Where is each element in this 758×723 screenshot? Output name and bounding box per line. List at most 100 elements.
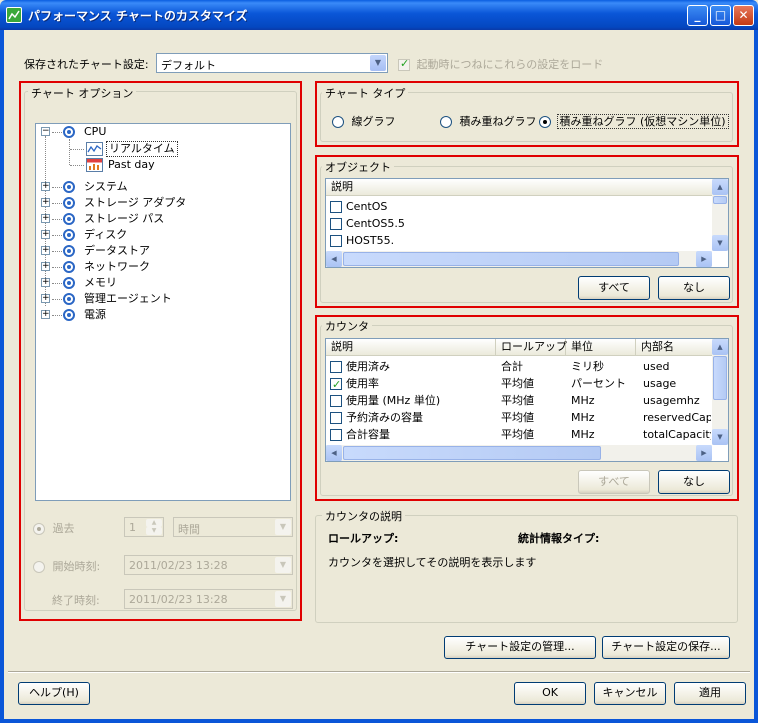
end-time-combo[interactable]: 2011/02/23 13:28 ▼ xyxy=(124,589,293,609)
radio-button[interactable] xyxy=(33,561,45,573)
saved-settings-combo[interactable]: デフォルト ▼ xyxy=(156,53,388,73)
expand-icon[interactable]: + xyxy=(41,230,50,239)
chart-type-stacked-radio[interactable]: 積み重ねグラフ xyxy=(440,113,537,129)
close-button[interactable]: ✕ xyxy=(733,5,754,26)
collapse-icon[interactable]: − xyxy=(41,127,50,136)
counters-all-button[interactable]: すべて xyxy=(578,470,650,494)
minimize-button[interactable]: _ xyxy=(687,5,708,26)
spin-down-icon[interactable]: ▼ xyxy=(146,527,162,535)
object-row[interactable]: CentOS xyxy=(326,198,712,215)
column-header-internal-name[interactable]: 内部名 xyxy=(636,339,716,355)
checkbox[interactable] xyxy=(330,361,342,373)
checkbox[interactable] xyxy=(330,201,342,213)
objects-vscroll[interactable]: ▲ ▼ xyxy=(712,179,728,251)
scroll-up-icon[interactable]: ▲ xyxy=(712,179,728,195)
tree-item-realtime[interactable]: リアルタイム xyxy=(36,141,286,157)
cancel-button[interactable]: キャンセル xyxy=(594,682,666,705)
checkbox[interactable] xyxy=(330,412,342,424)
scroll-thumb[interactable] xyxy=(713,356,727,400)
radio-button[interactable] xyxy=(440,116,452,128)
past-radio[interactable]: 過去 xyxy=(33,520,75,536)
counters-vscroll[interactable]: ▲ ▼ xyxy=(712,339,728,445)
counter-row[interactable]: 使用率 平均値 パーセント usage xyxy=(326,375,712,392)
start-time-radio[interactable]: 開始時刻: xyxy=(33,558,100,574)
tree-item[interactable]: + システム xyxy=(36,179,286,195)
load-on-startup-checkbox[interactable]: 起動時につねにこれらの設定をロード xyxy=(398,56,603,72)
past-unit-combo[interactable]: 時間 ▼ xyxy=(173,517,293,537)
chart-type-line-radio[interactable]: 線グラフ xyxy=(332,113,396,129)
expand-icon[interactable]: + xyxy=(41,182,50,191)
counter-row[interactable]: 使用量 (MHz 単位) 平均値 MHz usagemhz xyxy=(326,392,712,409)
spin-up-icon[interactable]: ▲ xyxy=(146,519,162,527)
scroll-thumb[interactable] xyxy=(343,252,679,266)
column-header-description[interactable]: 説明 xyxy=(326,339,496,355)
tree-item[interactable]: + メモリ xyxy=(36,275,286,291)
radio-button[interactable] xyxy=(33,523,45,535)
scroll-up-icon[interactable]: ▲ xyxy=(712,339,728,355)
checkbox[interactable] xyxy=(330,235,342,247)
counters-none-button[interactable]: なし xyxy=(658,470,730,494)
column-header-unit[interactable]: 単位 xyxy=(566,339,636,355)
scroll-thumb[interactable] xyxy=(343,446,601,460)
counter-row[interactable]: 合計容量 平均値 MHz totalCapacity xyxy=(326,426,712,443)
checkbox[interactable] xyxy=(330,429,342,441)
tree-item[interactable]: + ネットワーク xyxy=(36,259,286,275)
tree-item[interactable]: + 管理エージェント xyxy=(36,291,286,307)
counter-row[interactable]: 使用済み 合計 ミリ秒 used xyxy=(326,358,712,375)
past-value-spinner[interactable]: 1 ▲ ▼ xyxy=(124,517,164,537)
tree-item[interactable]: + ディスク xyxy=(36,227,286,243)
tree-item-cpu[interactable]: − CPU xyxy=(36,124,286,140)
chevron-down-icon[interactable]: ▼ xyxy=(275,591,291,607)
radio-button[interactable] xyxy=(539,116,551,128)
counters-hscroll[interactable]: ◀ ▶ xyxy=(326,445,712,461)
checkbox[interactable] xyxy=(330,395,342,407)
scroll-left-icon[interactable]: ◀ xyxy=(326,251,342,267)
scroll-right-icon[interactable]: ▶ xyxy=(696,445,712,461)
objects-none-button[interactable]: なし xyxy=(658,276,730,300)
objects-list[interactable]: 説明 CentOS CentOS5.5 HOST55. ▲ ▼ ◀ ▶ xyxy=(325,178,729,268)
expand-icon[interactable]: + xyxy=(41,278,50,287)
help-button[interactable]: ヘルプ(H) xyxy=(18,682,90,705)
counter-rollup: 平均値 xyxy=(501,394,534,407)
metric-tree[interactable]: − CPU リアルタイム Past day + システム + ストレージ アダプタ + ス… xyxy=(35,123,291,501)
counters-list[interactable]: 説明ロールアップ単位内部名 使用済み合計ミリ秒used使用率平均値パーセントus… xyxy=(325,338,729,462)
tree-item[interactable]: + データストア xyxy=(36,243,286,259)
checkbox[interactable] xyxy=(330,218,342,230)
objects-all-button[interactable]: すべて xyxy=(578,276,650,300)
object-row[interactable]: HOST55. xyxy=(326,232,712,249)
expand-icon[interactable]: + xyxy=(41,214,50,223)
save-settings-button[interactable]: チャート設定の保存... xyxy=(602,636,730,659)
radio-button[interactable] xyxy=(332,116,344,128)
expand-icon[interactable]: + xyxy=(41,262,50,271)
chevron-down-icon[interactable]: ▼ xyxy=(275,519,291,535)
maximize-button[interactable]: □ xyxy=(710,5,731,26)
scroll-down-icon[interactable]: ▼ xyxy=(712,235,728,251)
tree-item[interactable]: + ストレージ パス xyxy=(36,211,286,227)
checkbox[interactable] xyxy=(330,376,342,392)
ok-button[interactable]: OK xyxy=(514,682,586,705)
checkbox-box[interactable] xyxy=(398,57,410,71)
expand-icon[interactable]: + xyxy=(41,310,50,319)
column-header-description[interactable]: 説明 xyxy=(326,179,714,195)
manage-settings-button[interactable]: チャート設定の管理... xyxy=(444,636,596,659)
expand-icon[interactable]: + xyxy=(41,246,50,255)
counter-row[interactable]: 予約済みの容量 平均値 MHz reservedCapa xyxy=(326,409,712,426)
scroll-left-icon[interactable]: ◀ xyxy=(326,445,342,461)
chart-type-stacked-vm-radio[interactable]: 積み重ねグラフ (仮想マシン単位) xyxy=(539,113,729,129)
object-row[interactable]: CentOS5.5 xyxy=(326,215,712,232)
expand-icon[interactable]: + xyxy=(41,198,50,207)
column-header-rollup[interactable]: ロールアップ xyxy=(496,339,567,355)
chevron-down-icon[interactable]: ▼ xyxy=(370,55,386,71)
objects-hscroll[interactable]: ◀ ▶ xyxy=(326,251,712,267)
tree-item-past-day[interactable]: Past day xyxy=(36,157,286,173)
scroll-thumb[interactable] xyxy=(713,196,727,204)
chevron-down-icon[interactable]: ▼ xyxy=(275,557,291,573)
start-time-combo[interactable]: 2011/02/23 13:28 ▼ xyxy=(124,555,293,575)
apply-button[interactable]: 適用 xyxy=(674,682,746,705)
title-bar[interactable]: パフォーマンス チャートのカスタマイズ _ □ ✕ xyxy=(0,0,758,30)
expand-icon[interactable]: + xyxy=(41,294,50,303)
tree-item[interactable]: + 電源 xyxy=(36,307,286,323)
scroll-right-icon[interactable]: ▶ xyxy=(696,251,712,267)
scroll-down-icon[interactable]: ▼ xyxy=(712,429,728,445)
tree-item[interactable]: + ストレージ アダプタ xyxy=(36,195,286,211)
